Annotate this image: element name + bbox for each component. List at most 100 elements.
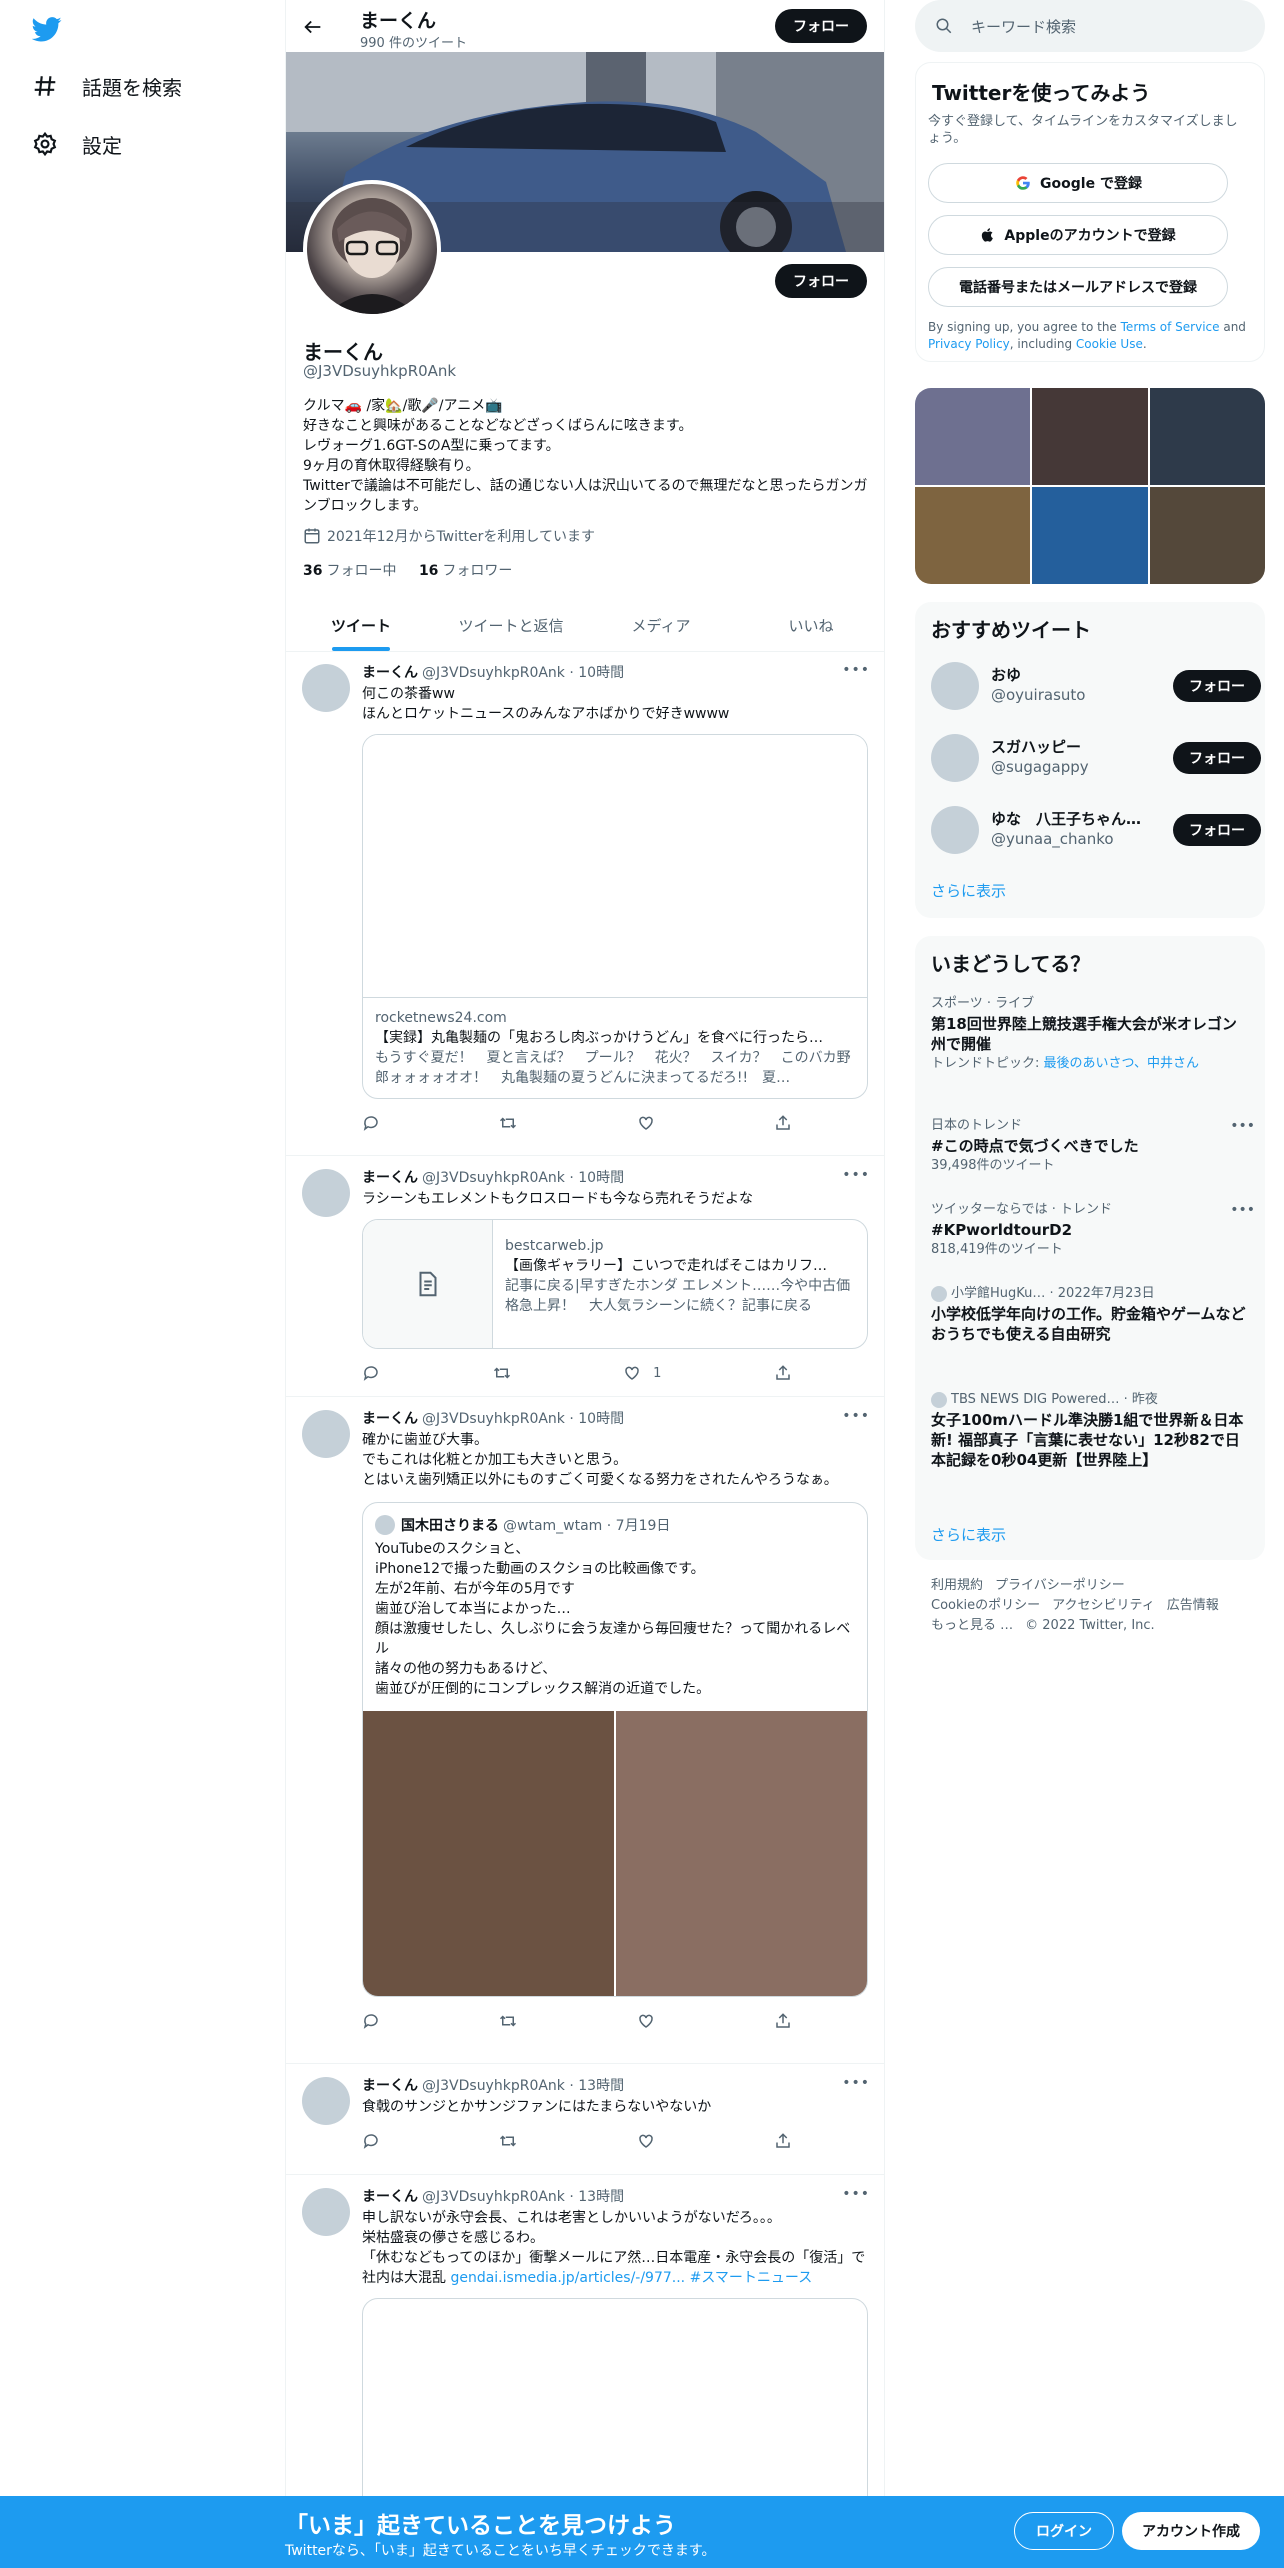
like-icon[interactable]: 1 [623, 1364, 661, 1382]
trends-panel: いまどうしてる？ スポーツ · ライブ 第18回世界陸上競技選手権大会が米オレゴ… [915, 936, 1265, 1560]
tweet[interactable]: ••• まーくん @J3VDsuyhkpR0Ank · 10時間 ラシーンもエレメ… [286, 1157, 884, 1397]
google-icon [1016, 176, 1030, 190]
reply-icon[interactable] [362, 1114, 380, 1132]
link-card[interactable]: bestcarweb.jp 【画像ギャラリー】こいつで走ればそこはカリフ… 記事… [362, 1219, 868, 1349]
tweet-actions: 1 [362, 1357, 792, 1389]
media-thumb[interactable] [915, 487, 1031, 584]
tweet[interactable]: ••• まーくん @J3VDsuyhkpR0Ank · 10時間 確かに歯並び大事… [286, 1398, 884, 2064]
trend-item[interactable]: スポーツ · ライブ 第18回世界陸上競技選手権大会が米オレゴン州で開催 トレン… [931, 996, 1251, 1072]
avatar[interactable] [931, 662, 979, 710]
profile-avatar[interactable] [303, 180, 441, 318]
share-icon[interactable] [774, 2132, 792, 2150]
login-button[interactable]: ログイン [1014, 2512, 1114, 2550]
trend-item[interactable]: ••• 日本のトレンド #この時点で気づくべきでした 39,498件のツイート [931, 1118, 1255, 1174]
search-bar[interactable]: キーワード検索 [915, 0, 1265, 52]
terms-link[interactable]: Terms of Service [1121, 320, 1220, 334]
media-thumb[interactable] [1149, 388, 1265, 485]
tweet-avatar[interactable] [302, 664, 350, 712]
hashtag-icon [34, 76, 56, 96]
media-thumb[interactable] [915, 388, 1031, 485]
avatar [931, 1286, 947, 1302]
quote-avatar [375, 1515, 395, 1535]
search-icon [936, 18, 952, 34]
tweet-avatar[interactable] [302, 2188, 350, 2236]
header-tweet-count: 990 件のツイート [360, 36, 467, 51]
sidebar-item-explore[interactable]: 話題を検索 [32, 62, 182, 110]
tweet-text: 何この茶番ww ほんとロケットニュースのみんなアホばかりで好きwwww [362, 686, 730, 722]
profile-tabs: ツイート ツイートと返信 メディア いいね [286, 600, 884, 652]
privacy-link[interactable]: Privacy Policy [928, 337, 1010, 351]
header-name: まーくん [360, 10, 437, 32]
media-thumb[interactable] [1149, 487, 1265, 584]
recommended-user[interactable]: ゆな 八王子ちゃん… @yunaa_chanko フォロー [931, 800, 1261, 860]
trend-item[interactable]: 小学館HugKu… · 2022年7月23日 小学校低学年向けの工作。貯金箱やゲ… [931, 1286, 1251, 1344]
reply-icon[interactable] [362, 2012, 380, 2030]
recommended-user[interactable]: スガハッピー @sugagappy フォロー [931, 728, 1261, 788]
back-arrow-icon[interactable] [302, 16, 324, 42]
sidebar-item-settings[interactable]: 設定 [32, 120, 122, 168]
twitter-logo-icon[interactable] [31, 14, 62, 48]
tweet-avatar[interactable] [302, 1169, 350, 1217]
follow-button[interactable]: フォロー [1173, 670, 1261, 702]
share-icon[interactable] [774, 1364, 792, 1382]
avatar [931, 1392, 947, 1408]
trends-show-more[interactable]: さらに表示 [931, 1524, 1006, 1545]
tweet-avatar[interactable] [302, 1410, 350, 1458]
tab-likes[interactable]: いいね [736, 600, 884, 651]
retweet-icon[interactable] [499, 1114, 517, 1132]
link-card[interactable]: rocketnews24.com 【実録】丸亀製麺の「鬼おろし肉ぶっかけうどん」… [362, 734, 868, 1099]
quote-image-right[interactable] [616, 1711, 867, 1996]
avatar[interactable] [931, 734, 979, 782]
reply-icon[interactable] [362, 2132, 380, 2150]
like-icon[interactable] [637, 1114, 655, 1132]
tweet-actions [362, 2005, 792, 2037]
retweet-icon[interactable] [493, 1364, 511, 1382]
search-input[interactable]: キーワード検索 [971, 16, 1076, 37]
avatar[interactable] [931, 806, 979, 854]
quote-image-left[interactable] [363, 1711, 616, 1996]
like-icon[interactable] [637, 2132, 655, 2150]
profile-bio: クルマ🚗 /家🏡/歌🎤/アニメ📺 好きなこと興味があることなどなどざっくばらんに… [303, 398, 868, 514]
following-link[interactable]: 36 フォロー中 [303, 563, 396, 579]
share-icon[interactable] [774, 2012, 792, 2030]
retweet-icon[interactable] [499, 2132, 517, 2150]
tweet-actions [362, 1107, 792, 1139]
tweet[interactable]: ••• まーくん @J3VDsuyhkpR0Ank · 10時間 何この茶番ww … [286, 652, 884, 1156]
trend-item[interactable]: ••• ツイッターならでは · トレンド #KPworldtourD2 818,… [931, 1202, 1255, 1258]
google-signup-button[interactable]: Google で登録 [928, 163, 1228, 203]
tweet-link[interactable]: gendai.ismedia.jp/articles/-/977... [450, 2270, 685, 2286]
like-count: 1 [653, 1365, 662, 1381]
profile-follow-button[interactable]: フォロー [775, 264, 867, 298]
followers-link[interactable]: 16 フォロワー [419, 563, 512, 579]
media-thumb[interactable] [1032, 487, 1148, 584]
tweet-text: 確かに歯並び大事。 でもこれは化粧とか加工も大きいと思う。 とはいえ歯列矯正以外… [362, 1432, 838, 1488]
quote-tweet[interactable]: 国木田さりまる @wtam_wtam · 7月19日 YouTubeのスクショと、… [362, 1502, 868, 1997]
reply-icon[interactable] [362, 1364, 380, 1382]
recommended-show-more[interactable]: さらに表示 [931, 880, 1006, 901]
recommended-user[interactable]: おゆ @oyuirasuto フォロー [931, 656, 1261, 716]
create-account-button[interactable]: アカウント作成 [1122, 2512, 1260, 2550]
phone-email-signup-button[interactable]: 電話番号またはメールアドレスで登録 [928, 267, 1228, 307]
retweet-icon[interactable] [499, 2012, 517, 2030]
more-icon[interactable]: ••• [1230, 1202, 1255, 1218]
follow-button[interactable]: フォロー [1173, 742, 1261, 774]
media-thumb[interactable] [1032, 388, 1148, 485]
tweet-avatar[interactable] [302, 2077, 350, 2125]
profile-joined: 2021年12月からTwitterを利用しています [303, 526, 595, 546]
tab-tweets-replies[interactable]: ツイートと返信 [436, 600, 586, 651]
apple-signup-button[interactable]: Appleのアカウントで登録 [928, 215, 1228, 255]
tweet[interactable]: ••• まーくん @J3VDsuyhkpR0Ank · 13時間 食戟のサンジとか… [286, 2065, 884, 2175]
trend-item[interactable]: TBS NEWS DIG Powered… · 昨夜 女子100mハードル準決勝… [931, 1392, 1251, 1470]
cookie-link[interactable]: Cookie Use [1076, 337, 1143, 351]
tab-tweets[interactable]: ツイート [286, 600, 436, 651]
more-icon[interactable]: ••• [1230, 1118, 1255, 1134]
tab-media[interactable]: メディア [586, 600, 736, 651]
signup-bottom-bar: 「いま」起きていることを見つけよう Twitterなら、「いま」起きていることを… [0, 2496, 1284, 2568]
like-icon[interactable] [637, 2012, 655, 2030]
quote-images[interactable] [363, 1711, 867, 1996]
follow-button[interactable]: フォロー [1173, 814, 1261, 846]
share-icon[interactable] [774, 1114, 792, 1132]
recommended-panel: おすすめツイート おゆ @oyuirasuto フォロー スガハッピー @sug… [915, 602, 1265, 918]
tweet-hashtag[interactable]: #スマートニュース [685, 2270, 813, 2286]
header-follow-button[interactable]: フォロー [775, 9, 867, 43]
